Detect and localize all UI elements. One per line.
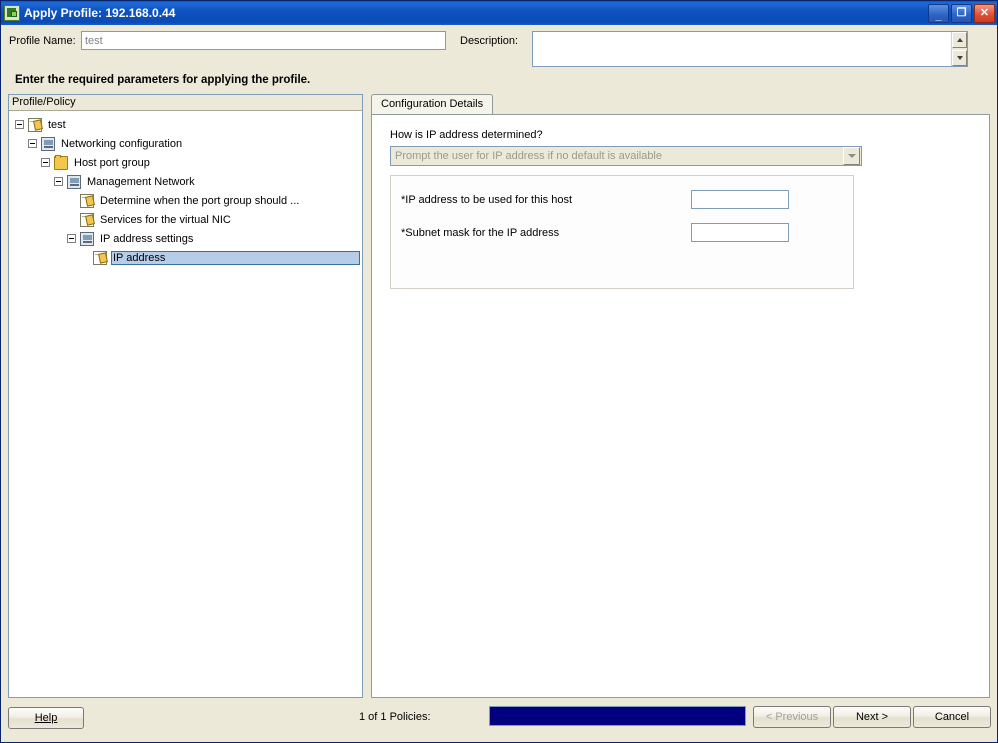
instruction-text: Enter the required parameters for applyi…	[15, 74, 311, 86]
tree-item-ip-address[interactable]: IP address	[15, 248, 360, 267]
expander-minus-icon[interactable]	[67, 234, 76, 243]
profile-name-label: Profile Name:	[9, 35, 76, 47]
maximize-button[interactable]: ❐	[951, 3, 972, 23]
tree-item-services-virtual-nic[interactable]: Services for the virtual NIC	[15, 210, 362, 229]
network-icon	[67, 174, 81, 189]
close-icon: ✕	[979, 6, 990, 19]
network-icon	[80, 231, 94, 246]
window-title: Apply Profile: 192.168.0.44	[24, 6, 176, 20]
subnet-mask-input[interactable]	[691, 223, 789, 242]
dialog-header: Profile Name: Description: Enter the req…	[1, 25, 997, 86]
minimize-button[interactable]: _	[928, 3, 949, 23]
subnet-mask-field-row: *Subnet mask for the IP address	[401, 223, 853, 242]
description-label: Description:	[460, 35, 519, 47]
page-icon	[93, 250, 107, 265]
scroll-up-icon[interactable]	[952, 32, 967, 48]
ip-settings-group: *IP address to be used for this host *Su…	[390, 175, 854, 289]
tree-item-management-network[interactable]: Management Network	[15, 172, 362, 191]
tree-item-label: Networking configuration	[61, 137, 183, 150]
tree-item-label: Host port group	[74, 156, 150, 169]
page-icon	[28, 117, 42, 132]
expander-minus-icon[interactable]	[28, 139, 37, 148]
apply-profile-window: Apply Profile: 192.168.0.44 _ ❐ ✕ Profil…	[0, 0, 998, 743]
profile-name-input[interactable]	[81, 31, 446, 50]
profile-policy-header: Profile/Policy	[9, 95, 362, 111]
description-textarea[interactable]	[532, 31, 968, 67]
tree-item-label: Determine when the port group should ...	[100, 194, 300, 207]
policy-count-label: 1 of 1 Policies:	[359, 711, 431, 723]
tree-item-label: IP address	[111, 250, 360, 265]
ip-determination-dropdown[interactable]: Prompt the user for IP address if no def…	[390, 146, 862, 166]
configuration-pane: Configuration Details How is IP address …	[371, 94, 990, 698]
cancel-button[interactable]: Cancel	[913, 706, 991, 728]
tabstrip: Configuration Details	[371, 94, 990, 115]
tree-item-label: IP address settings	[100, 232, 194, 245]
profile-row: Profile Name: Description:	[9, 31, 989, 67]
subnet-mask-label: *Subnet mask for the IP address	[401, 226, 560, 239]
progress-bar-fill	[490, 707, 745, 725]
ip-address-label: *IP address to be used for this host	[401, 193, 573, 206]
expander-minus-icon[interactable]	[41, 158, 50, 167]
window-controls: _ ❐ ✕	[928, 3, 995, 23]
description-wrapper	[532, 31, 968, 67]
progress-bar	[489, 706, 746, 726]
description-scrollbar[interactable]	[951, 32, 967, 66]
tree-item-ip-address-settings[interactable]: IP address settings	[15, 229, 362, 248]
maximize-icon: ❐	[956, 6, 967, 19]
tree-item-label: Services for the virtual NIC	[100, 213, 231, 226]
page-icon	[80, 212, 94, 227]
tab-configuration-details[interactable]: Configuration Details	[371, 94, 494, 115]
help-button[interactable]: Help	[8, 707, 84, 729]
page-icon	[80, 193, 94, 208]
next-button[interactable]: Next >	[833, 706, 911, 728]
expander-minus-icon[interactable]	[54, 177, 63, 186]
network-icon	[41, 136, 55, 151]
tree-item-networking-configuration[interactable]: Networking configuration	[15, 134, 362, 153]
tree-item-host-port-group[interactable]: Host port group	[15, 153, 362, 172]
window-titlebar[interactable]: Apply Profile: 192.168.0.44 _ ❐ ✕	[1, 1, 997, 25]
profile-window-icon	[4, 5, 20, 21]
close-button[interactable]: ✕	[974, 3, 995, 23]
folder-icon	[54, 154, 68, 170]
profile-policy-pane: Profile/Policy test Networking configura…	[8, 94, 363, 698]
tree-item-label: test	[48, 118, 66, 131]
dropdown-selected-value: Prompt the user for IP address if no def…	[395, 150, 662, 162]
chevron-down-icon[interactable]	[843, 147, 860, 165]
minimize-icon: _	[935, 9, 942, 22]
dialog-footer: Help 1 of 1 Policies: < Previous Next > …	[1, 698, 997, 742]
help-label: Help	[34, 712, 58, 724]
scroll-down-icon[interactable]	[952, 50, 967, 66]
ip-determination-question: How is IP address determined?	[390, 129, 543, 141]
tree-item-label: Management Network	[87, 175, 195, 188]
ip-address-input[interactable]	[691, 190, 789, 209]
profile-tree[interactable]: test Networking configuration Host port …	[9, 111, 362, 267]
tree-item-test[interactable]: test	[15, 115, 362, 134]
expander-minus-icon[interactable]	[15, 120, 24, 129]
dialog-body: Profile/Policy test Networking configura…	[8, 94, 990, 698]
tree-item-determine-port-group[interactable]: Determine when the port group should ...	[15, 191, 362, 210]
tab-content-configuration-details: How is IP address determined? Prompt the…	[371, 114, 990, 698]
previous-button[interactable]: < Previous	[753, 706, 831, 728]
ip-address-field-row: *IP address to be used for this host	[401, 190, 853, 209]
